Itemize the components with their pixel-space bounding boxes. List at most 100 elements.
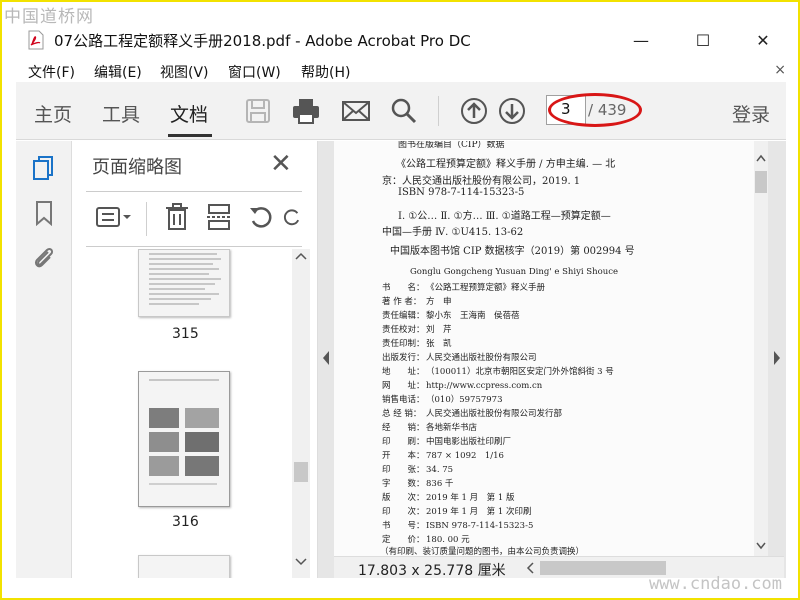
row-editor: 责任编辑：黎小东 王海南 侯蓓蓓 xyxy=(382,309,520,321)
collapse-left-panel[interactable] xyxy=(318,141,334,556)
maximize-button[interactable]: ☐ xyxy=(680,24,726,56)
bookmark-icon[interactable] xyxy=(30,199,58,227)
row-format: 开 本：787 × 1092 1/16 xyxy=(382,449,504,461)
close-document-button[interactable]: × xyxy=(774,62,786,78)
search-icon[interactable] xyxy=(388,96,420,126)
menu-window[interactable]: 窗口(W) xyxy=(228,62,281,82)
thumbnail-page-next[interactable] xyxy=(138,555,230,578)
row-value: 836 千 xyxy=(426,479,454,489)
row-isbn: 书 号：ISBN 978-7-114-15323-5 xyxy=(382,519,533,531)
row-print-manager: 责任印制：张 凯 xyxy=(382,337,452,349)
thumbnail-text-lines xyxy=(149,253,221,305)
row-author: 著 作 者： 方 申 xyxy=(382,295,452,307)
row-word-count: 字 数：836 千 xyxy=(382,477,453,489)
row-label: 印 刷： xyxy=(382,437,425,447)
row-value: 刘 芹 xyxy=(426,325,452,335)
row-value: 各地新华书店 xyxy=(426,423,478,433)
tab-document[interactable]: 文档 xyxy=(170,100,208,127)
row-value: 人民交通出版社股份有限公司 xyxy=(426,353,537,363)
cip-line-4: Ⅰ. ①公… Ⅱ. ①方… Ⅲ. ①道路工程—预算定额— xyxy=(398,211,611,222)
page-thumbnails-icon[interactable] xyxy=(30,155,58,183)
page-thumbnails-panel: 页面缩略图 ✕ 315 316 xyxy=(72,141,318,578)
row-value: （010）59757973 xyxy=(426,395,503,405)
page-size-label: 17.803 x 25.778 厘米 xyxy=(358,563,506,579)
book-pinyin-title: Gonglu Gongcheng Yusuan Ding' e Shiyi Sh… xyxy=(410,267,618,277)
row-label: 书 号： xyxy=(382,521,425,531)
row-printing: 印 次：2019 年 1 月 第 1 次印刷 xyxy=(382,505,531,517)
window-title: 07公路工程定额释义手册2018.pdf - Adobe Acrobat Pro… xyxy=(54,32,471,50)
row-label: 网 址： xyxy=(382,381,425,391)
title-bar: 07公路工程定额释义手册2018.pdf - Adobe Acrobat Pro… xyxy=(4,24,800,56)
expand-right-panel[interactable] xyxy=(768,141,786,556)
rotate-clockwise-icon[interactable] xyxy=(282,202,302,232)
thumbnail-scrollbar[interactable] xyxy=(292,249,310,578)
row-label: 经 销： xyxy=(382,423,425,433)
thumbnail-tools xyxy=(86,191,302,247)
row-sales-phone: 销售电话：（010）59757973 xyxy=(382,393,503,405)
cip-line-1: 《公路工程预算定额》释义手册 / 方申主编. — 北 xyxy=(396,159,616,170)
login-button[interactable]: 登录 xyxy=(732,100,770,127)
row-label: 版 次： xyxy=(382,493,425,503)
rotate-icon[interactable] xyxy=(246,202,276,232)
attachment-icon[interactable] xyxy=(30,243,58,271)
row-website: 网 址：http://www.ccpress.com.cn xyxy=(382,379,542,391)
quality-note: （有印刷、装订质量问题的图书，由本公司负责调换） xyxy=(380,547,585,556)
row-proofreader: 责任校对：刘 芹 xyxy=(382,323,452,335)
row-label: 著 作 者： xyxy=(382,297,422,307)
row-label: 责任印制： xyxy=(382,339,425,349)
print-icon[interactable] xyxy=(290,96,322,126)
save-icon[interactable] xyxy=(242,96,274,126)
row-value: 中国电影出版社印刷厂 xyxy=(426,437,512,447)
row-label: 出版发行： xyxy=(382,353,425,363)
minimize-button[interactable]: — xyxy=(618,24,664,56)
page-down-icon[interactable] xyxy=(496,96,528,126)
trash-icon[interactable] xyxy=(162,202,192,232)
thumbnail-page-316[interactable] xyxy=(138,371,230,507)
tab-home[interactable]: 主页 xyxy=(34,100,72,127)
row-label: 书 名： xyxy=(382,283,425,293)
row-value: （100011）北京市朝阳区安定门外外馆斜街 3 号 xyxy=(426,367,614,377)
menu-bar: 文件(F) 编辑(E) 视图(V) 窗口(W) 帮助(H) × xyxy=(4,58,800,84)
row-label: 定 价： xyxy=(382,535,425,545)
row-seller: 经 销：各地新华书店 xyxy=(382,421,477,433)
row-value: 787 × 1092 1/16 xyxy=(426,451,504,461)
tab-tools[interactable]: 工具 xyxy=(102,100,140,127)
thumbnail-label-316: 316 xyxy=(172,514,199,530)
document-view[interactable]: 图书在版编目（CIP）数据 《公路工程预算定额》释义手册 / 方申主编. — 北… xyxy=(318,141,786,579)
horizontal-scrollbar-thumb[interactable] xyxy=(540,561,666,575)
toolbar-separator xyxy=(438,96,439,126)
row-printer: 印 刷：中国电影出版社印刷厂 xyxy=(382,435,511,447)
menu-view[interactable]: 视图(V) xyxy=(160,62,209,82)
close-window-button[interactable]: ✕ xyxy=(740,24,786,56)
row-label: 印 张： xyxy=(382,465,425,475)
row-label: 地 址： xyxy=(382,367,425,377)
row-label: 责任编辑： xyxy=(382,311,425,321)
document-vertical-scrollbar[interactable] xyxy=(754,141,768,556)
row-value: 2019 年 1 月 第 1 次印刷 xyxy=(426,507,532,517)
page-up-icon[interactable] xyxy=(458,96,490,126)
thumbnail-photos xyxy=(149,379,219,485)
tools-separator xyxy=(146,202,147,236)
cip-header: 图书在版编目（CIP）数据 xyxy=(398,141,505,150)
row-value: 《公路工程预算定额》释义手册 xyxy=(426,283,546,293)
menu-help[interactable]: 帮助(H) xyxy=(301,62,350,82)
row-value: 2019 年 1 月 第 1 版 xyxy=(426,493,515,503)
row-value: 黎小东 王海南 侯蓓蓓 xyxy=(426,311,520,321)
row-label: 总 经 销： xyxy=(382,409,422,419)
scroll-left-icon[interactable] xyxy=(524,557,538,579)
options-menu-icon[interactable] xyxy=(94,202,134,232)
scrollbar-thumb[interactable] xyxy=(755,171,767,193)
panel-close-button[interactable]: ✕ xyxy=(270,149,292,179)
cip-line-2: 京：人民交通出版社股份有限公司，2019. 1 xyxy=(382,176,581,187)
thumbnail-page-315[interactable] xyxy=(138,249,230,317)
row-value: 180. 00 元 xyxy=(426,535,470,545)
menu-edit[interactable]: 编辑(E) xyxy=(94,62,142,82)
mail-icon[interactable] xyxy=(340,96,372,126)
row-label: 销售电话： xyxy=(382,395,425,405)
row-edition: 版 次：2019 年 1 月 第 1 版 xyxy=(382,491,514,503)
menu-file[interactable]: 文件(F) xyxy=(28,62,75,82)
row-sheets: 印 张：34. 75 xyxy=(382,463,453,475)
watermark-bottom: www.cndao.com xyxy=(648,574,782,594)
row-label: 责任校对： xyxy=(382,325,425,335)
insert-page-icon[interactable] xyxy=(204,202,234,232)
